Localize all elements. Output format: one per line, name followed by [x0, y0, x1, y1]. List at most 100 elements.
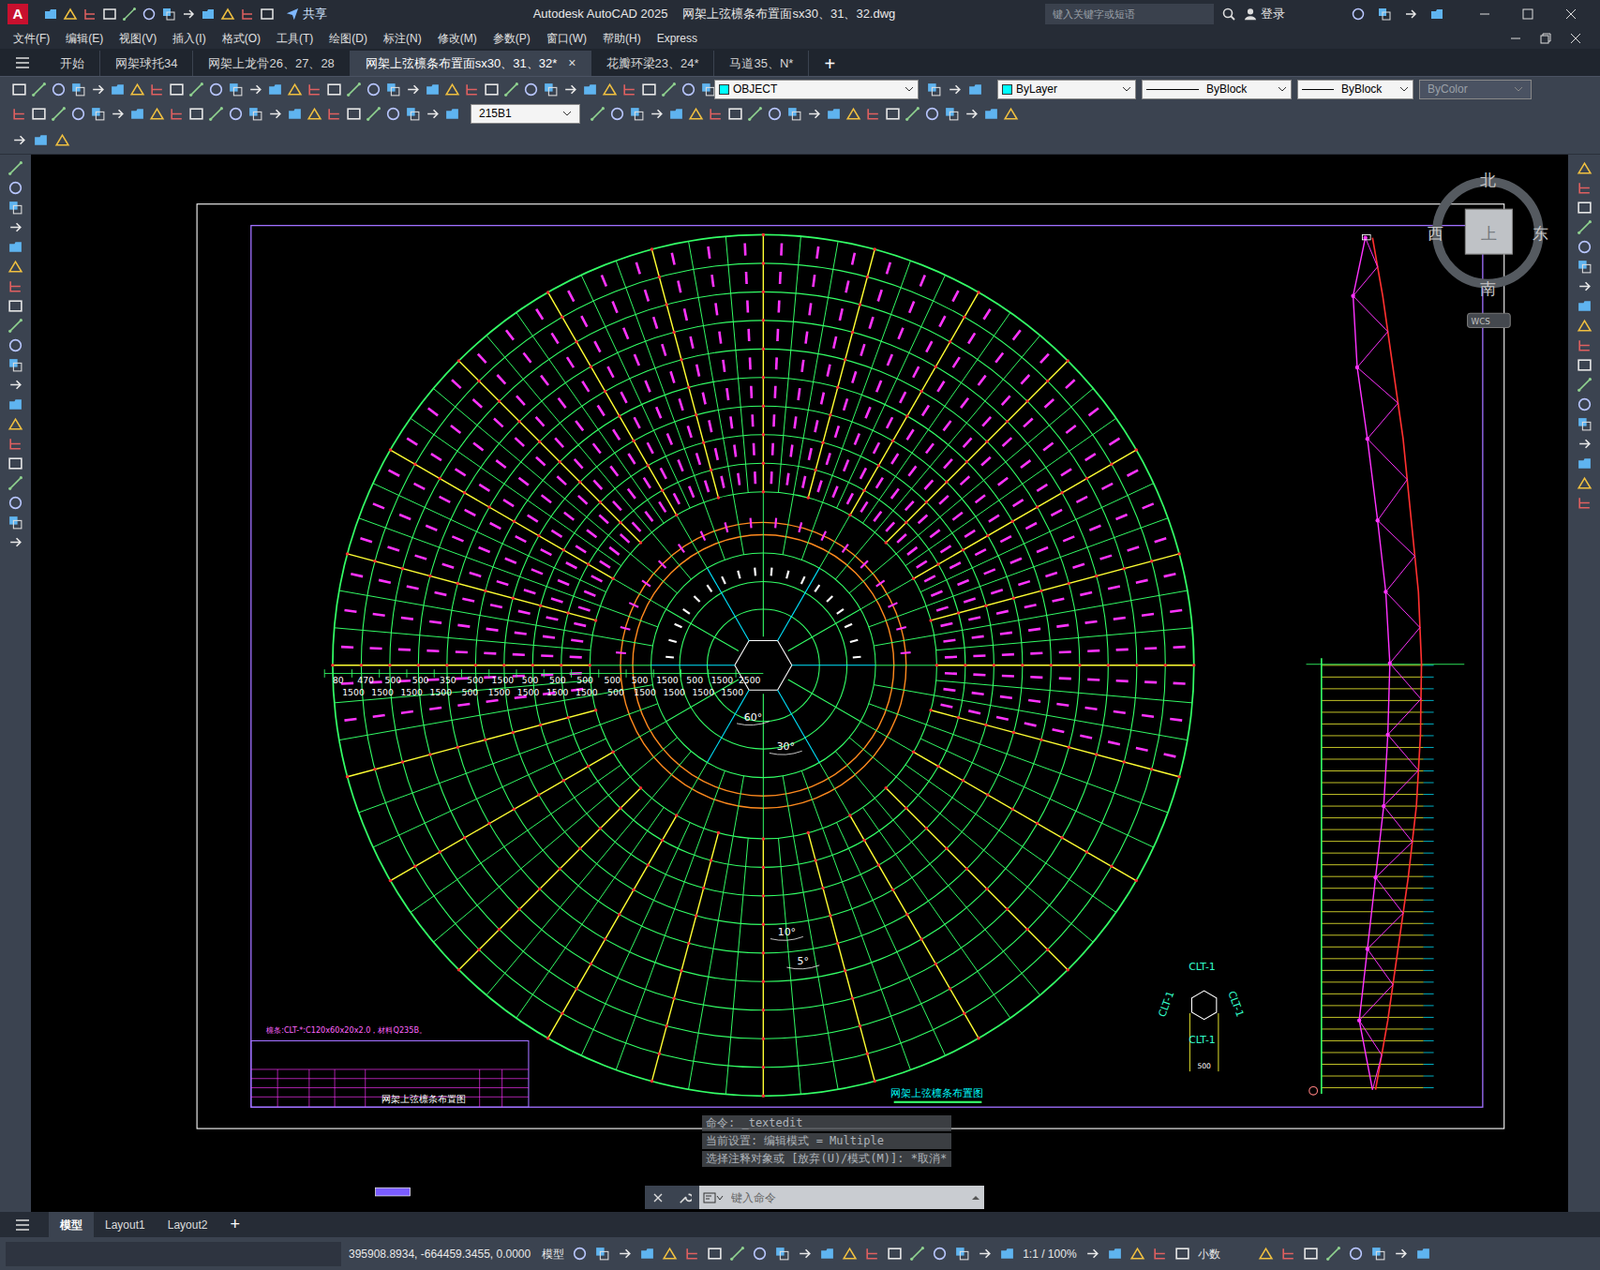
doc-restore-icon[interactable] [1540, 32, 1552, 45]
dimension-icon[interactable] [168, 105, 185, 122]
lineweight-dropdown[interactable]: ByBlock [1297, 79, 1414, 100]
dimension-icon[interactable] [286, 105, 303, 122]
tool-icon[interactable] [50, 81, 67, 98]
quick-access-icon[interactable] [259, 6, 275, 22]
modify-tool-icon[interactable] [1576, 219, 1593, 236]
linetype-dropdown[interactable]: ByBlock [1141, 79, 1292, 100]
tool-icon[interactable] [109, 81, 126, 98]
tool-icon[interactable] [227, 81, 244, 98]
share-button[interactable]: 共享 [285, 4, 328, 24]
dimension-icon[interactable] [11, 105, 28, 122]
dimension-icon[interactable] [149, 105, 165, 122]
status-icon[interactable] [684, 1245, 701, 1262]
status-icon[interactable] [1257, 1245, 1274, 1262]
dimension-icon[interactable] [345, 105, 362, 122]
units[interactable]: 小数 [1197, 1245, 1251, 1263]
dimension-icon[interactable] [444, 105, 461, 122]
modify-tool-icon[interactable] [1576, 199, 1593, 216]
menu-item[interactable]: 格式(O) [222, 29, 261, 47]
modify-icon[interactable] [589, 105, 606, 122]
modify-icon[interactable] [904, 105, 921, 122]
title-tool-icon[interactable] [1376, 6, 1392, 22]
status-icon[interactable] [774, 1245, 791, 1262]
tool-icon[interactable] [149, 81, 165, 98]
modify-icon[interactable] [983, 105, 1000, 122]
dimension-icon[interactable] [70, 105, 87, 122]
modify-icon[interactable] [963, 105, 980, 122]
tool-icon[interactable] [523, 81, 539, 98]
draw-tool-icon[interactable] [7, 179, 24, 196]
modify-tool-icon[interactable] [1576, 179, 1593, 196]
status-icon[interactable] [909, 1245, 926, 1262]
document-tab[interactable]: 马道35、N* [714, 50, 809, 76]
modify-tool-icon[interactable] [1576, 435, 1593, 452]
tool-icon[interactable] [621, 81, 638, 98]
status-icon[interactable] [571, 1245, 588, 1262]
tool-icon[interactable] [208, 81, 225, 98]
tool-icon[interactable] [641, 81, 658, 98]
modify-tool-icon[interactable] [1576, 376, 1593, 393]
search-input[interactable] [1052, 6, 1207, 23]
draw-tool-icon[interactable] [7, 514, 24, 531]
tool-icon[interactable] [503, 81, 520, 98]
tab-label[interactable]: 网架上弦檩条布置面sx30、31、32* [365, 54, 557, 74]
menu-item[interactable]: 视图(V) [119, 29, 157, 47]
layer-tool-icon[interactable] [926, 81, 943, 98]
dimension-icon[interactable] [50, 105, 67, 122]
draw-tool-icon[interactable] [7, 475, 24, 492]
draw-tool-icon[interactable] [7, 534, 24, 551]
tab-label[interactable]: 花瓣环梁23、24* [606, 54, 700, 74]
status-icon[interactable] [661, 1245, 678, 1262]
menu-item[interactable]: 工具(T) [276, 29, 314, 47]
dimension-icon[interactable] [385, 105, 402, 122]
modify-icon[interactable] [825, 105, 842, 122]
menu-item[interactable]: 编辑(E) [65, 29, 104, 47]
modify-icon[interactable] [786, 105, 803, 122]
tool-icon[interactable] [11, 132, 28, 149]
tool-icon[interactable] [70, 81, 87, 98]
command-input[interactable] [731, 1189, 964, 1207]
draw-tool-icon[interactable] [7, 239, 24, 255]
quick-access-icon[interactable] [141, 6, 157, 22]
minimize-icon[interactable] [1463, 4, 1507, 24]
drawing-area[interactable]: 8047050050035050015005005005005005001500… [30, 154, 1569, 1212]
status-icon[interactable] [751, 1245, 768, 1262]
maximize-icon[interactable] [1506, 4, 1550, 24]
tool-icon[interactable] [345, 81, 362, 98]
menu-item[interactable]: 绘图(D) [328, 29, 368, 47]
status-icon[interactable] [976, 1245, 993, 1262]
command-line[interactable] [644, 1185, 985, 1210]
layout-tab[interactable]: Layout2 [156, 1211, 220, 1238]
tool-icon[interactable] [404, 81, 421, 98]
login-button[interactable]: 登录 [1243, 4, 1347, 24]
status-icon[interactable] [1302, 1245, 1319, 1262]
status-icon[interactable] [796, 1245, 813, 1262]
dimension-icon[interactable] [129, 105, 146, 122]
tool-icon[interactable] [542, 81, 559, 98]
dimension-icon[interactable] [326, 105, 343, 122]
draw-tool-icon[interactable] [7, 416, 24, 433]
status-icon[interactable] [1370, 1245, 1387, 1262]
menu-icon[interactable] [14, 1218, 30, 1232]
status-icon[interactable] [616, 1245, 633, 1262]
dimension-icon[interactable] [365, 105, 382, 122]
tab-label[interactable]: 网架上龙骨26、27、28 [208, 54, 334, 74]
dimension-icon[interactable] [208, 105, 225, 122]
modify-tool-icon[interactable] [1576, 416, 1593, 433]
modify-tool-icon[interactable] [1576, 317, 1593, 334]
quick-access-icon[interactable] [220, 6, 236, 22]
tool-icon[interactable] [89, 81, 106, 98]
tool-icon[interactable] [188, 81, 205, 98]
title-tool-icon[interactable] [1403, 6, 1419, 22]
layout-tab[interactable]: Layout1 [93, 1211, 157, 1238]
modify-tool-icon[interactable] [1576, 278, 1593, 295]
document-tab[interactable]: 开始 [44, 50, 101, 76]
status-icon[interactable] [1174, 1245, 1191, 1262]
menu-icon[interactable] [14, 56, 30, 70]
menu-item[interactable]: 修改(M) [437, 29, 478, 47]
draw-tool-icon[interactable] [7, 337, 24, 354]
modify-icon[interactable] [707, 105, 724, 122]
menu-item[interactable]: 插入(I) [172, 29, 206, 47]
menu-item[interactable]: 文件(F) [13, 29, 50, 47]
status-icon[interactable] [886, 1245, 903, 1262]
